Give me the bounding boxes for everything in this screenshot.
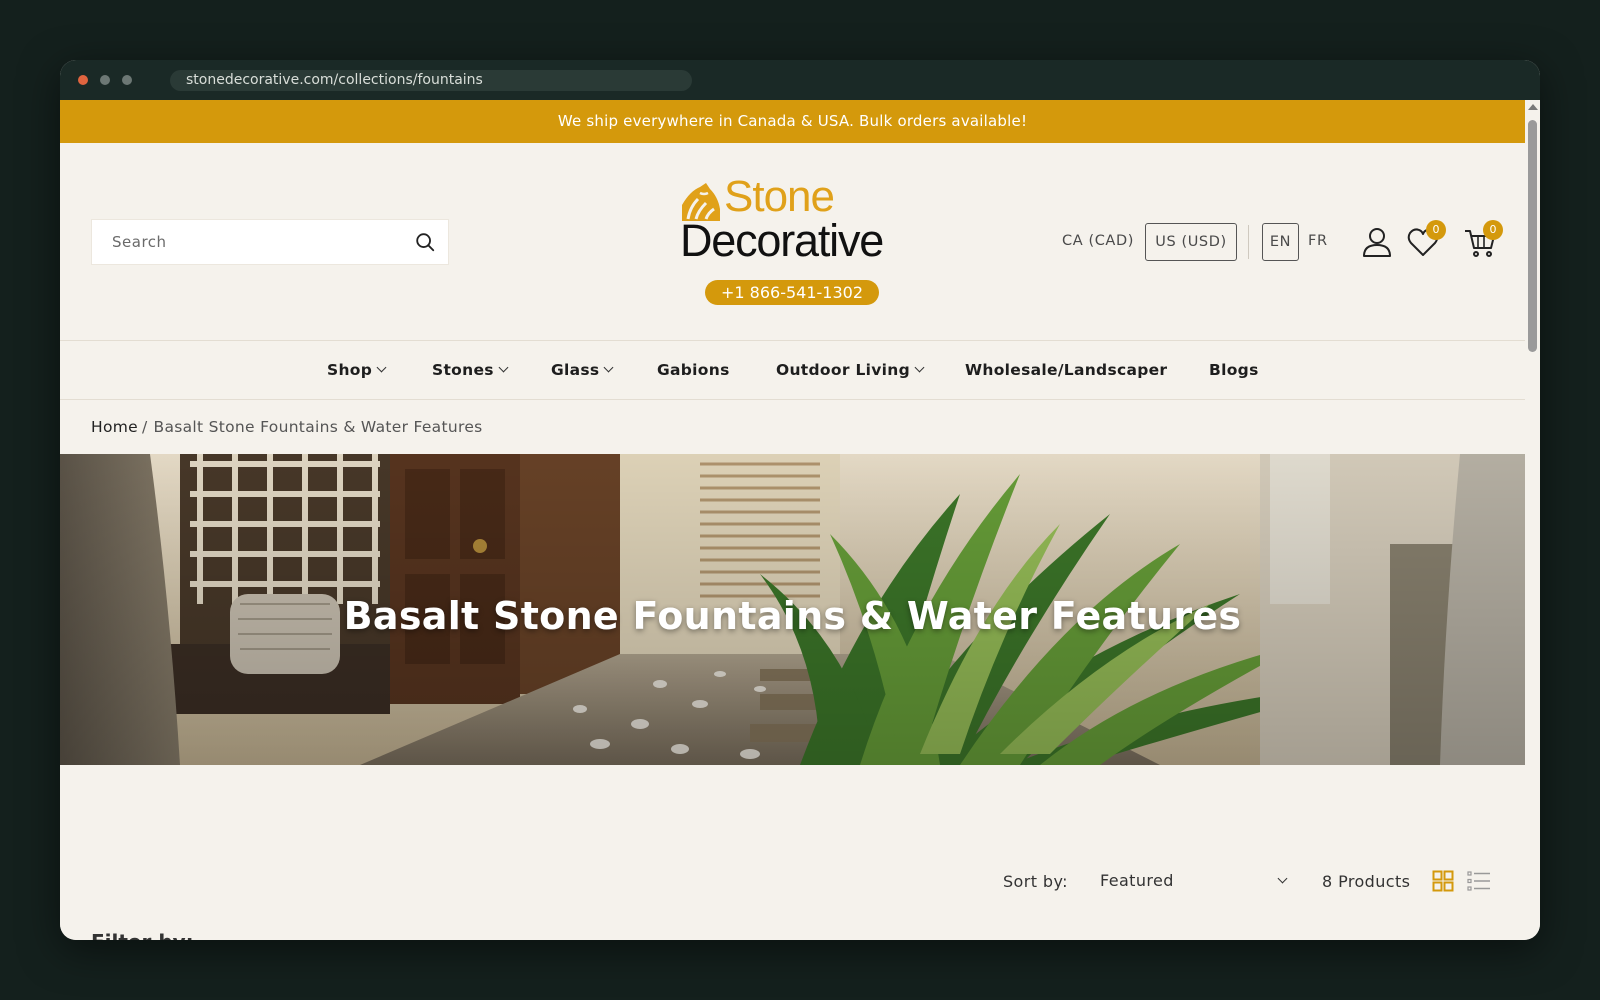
- nav-item-label: Shop: [327, 361, 373, 379]
- chevron-down-icon: [376, 362, 387, 373]
- nav-item-outdoor-living[interactable]: Outdoor Living: [776, 341, 925, 400]
- breadcrumb-separator: /: [141, 418, 148, 436]
- nav-item-label: Gabions: [657, 361, 730, 379]
- browser-window: stonedecorative.com/collections/fountain…: [60, 60, 1540, 940]
- page-content: We ship everywhere in Canada & USA. Bulk…: [60, 100, 1525, 940]
- nav-item-label: Blogs: [1209, 361, 1259, 379]
- nav-item-label: Glass: [551, 361, 600, 379]
- chevron-down-icon: [498, 362, 509, 373]
- nav-item-wholesale[interactable]: Wholesale/Landscaper: [965, 341, 1167, 400]
- scrollbar-thumb[interactable]: [1528, 120, 1537, 352]
- nav-item-gabions[interactable]: Gabions: [657, 341, 730, 400]
- nav-item-stones[interactable]: Stones: [432, 341, 509, 400]
- vertical-scrollbar[interactable]: [1525, 100, 1540, 940]
- breadcrumb-current: Basalt Stone Fountains & Water Features: [153, 418, 483, 436]
- nav-item-label: Wholesale/Landscaper: [965, 361, 1168, 379]
- nav-item-glass[interactable]: Glass: [551, 341, 614, 400]
- language-fr-option[interactable]: FR: [1308, 223, 1336, 261]
- search-input[interactable]: [112, 220, 402, 264]
- breadcrumb: Home / Basalt Stone Fountains & Water Feat…: [91, 418, 483, 436]
- close-window-button[interactable]: [78, 75, 88, 85]
- address-bar[interactable]: stonedecorative.com/collections/fountain…: [170, 70, 692, 91]
- chevron-down-icon: [914, 362, 925, 373]
- divider: [1248, 225, 1249, 259]
- cart-count-badge: 0: [1483, 220, 1503, 240]
- wishlist-count-badge: 0: [1426, 220, 1446, 240]
- search-icon[interactable]: [414, 231, 436, 253]
- site-header: Stone Decorative +1 866-541-1302 CA (CAD…: [60, 143, 1525, 341]
- nav-item-label: Outdoor Living: [776, 361, 910, 379]
- nav-item-blogs[interactable]: Blogs: [1209, 341, 1259, 400]
- search-box: [91, 219, 449, 265]
- main-nav: Shop Stones Glass Gabions Outdoor Living…: [60, 341, 1525, 400]
- sort-select[interactable]: Featured: [1100, 863, 1300, 899]
- chevron-down-icon: [604, 362, 614, 373]
- sort-select-value: Featured: [1100, 871, 1174, 890]
- logo-word-decorative: Decorative: [680, 215, 884, 266]
- account-icon[interactable]: [1360, 225, 1394, 259]
- browser-chrome: stonedecorative.com/collections/fountain…: [60, 60, 1540, 100]
- collection-title: Basalt Stone Fountains & Water Features: [343, 594, 1242, 638]
- list-view-icon[interactable]: [1467, 870, 1491, 892]
- breadcrumb-home-link[interactable]: Home: [91, 418, 138, 436]
- product-count: 8 Products: [1322, 872, 1411, 891]
- chevron-down-icon: [1277, 873, 1288, 884]
- language-en-option[interactable]: EN: [1262, 223, 1299, 261]
- filter-by-heading: Filter by:: [91, 930, 194, 940]
- collection-hero-banner: Basalt Stone Fountains & Water Features: [60, 454, 1525, 765]
- scroll-up-arrow-icon[interactable]: [1528, 104, 1538, 110]
- minimize-window-button[interactable]: [100, 75, 110, 85]
- announcement-bar: We ship everywhere in Canada & USA. Bulk…: [60, 100, 1525, 143]
- nav-item-shop[interactable]: Shop: [327, 341, 387, 400]
- grid-view-icon[interactable]: [1432, 870, 1454, 892]
- phone-badge[interactable]: +1 866-541-1302: [705, 280, 879, 305]
- site-logo[interactable]: Stone Decorative: [680, 172, 910, 268]
- nav-item-label: Stones: [432, 361, 494, 379]
- maximize-window-button[interactable]: [122, 75, 132, 85]
- currency-ca-option[interactable]: CA (CAD): [1062, 223, 1142, 261]
- sort-by-label: Sort by:: [1003, 872, 1068, 891]
- currency-us-option[interactable]: US (USD): [1145, 223, 1237, 261]
